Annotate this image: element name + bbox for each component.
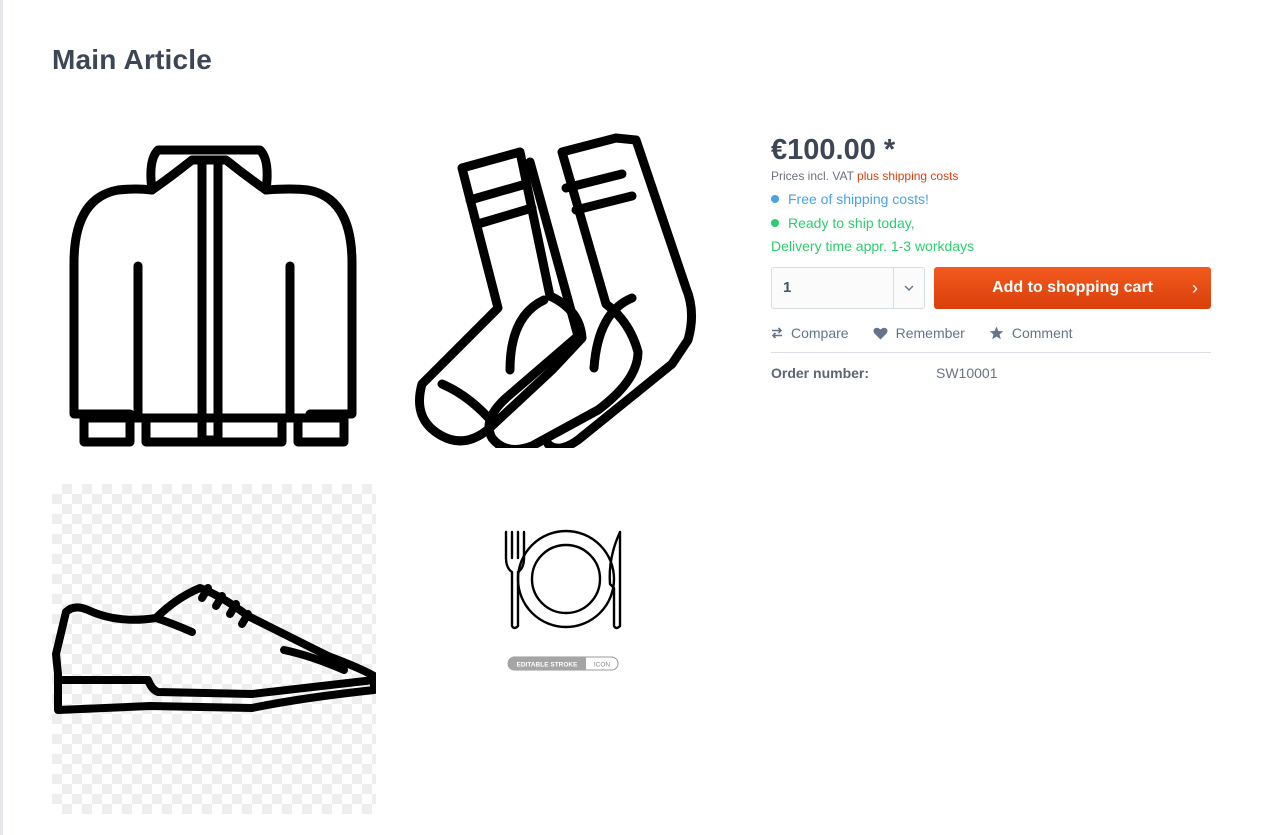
page-title: Main Article	[52, 44, 213, 75]
gallery-image-jacket[interactable]	[52, 118, 376, 448]
add-to-cart-button[interactable]: Add to shopping cart ›	[934, 267, 1211, 309]
chevron-right-icon: ›	[1192, 278, 1198, 298]
order-number-row: Order number: SW10001	[771, 365, 1211, 381]
add-to-cart-row: 1 Add to shopping cart ›	[771, 267, 1211, 309]
remember-label: Remember	[895, 325, 965, 341]
left-border	[0, 0, 3, 835]
heart-icon	[873, 327, 888, 339]
compare-link[interactable]: Compare	[771, 325, 849, 341]
status-dot-icon	[771, 218, 779, 227]
compare-label: Compare	[791, 325, 849, 341]
shipping-costs-link[interactable]: plus shipping costs	[857, 169, 958, 183]
compare-arrows-icon	[771, 327, 783, 339]
gallery-image-plate-cutlery[interactable]: EDITABLE STROKE ICON	[402, 484, 726, 814]
badge-icon-text: ICON	[594, 662, 611, 669]
comment-link[interactable]: Comment	[989, 325, 1073, 341]
vat-text: Prices incl. VAT	[771, 169, 858, 183]
comment-label: Comment	[1011, 325, 1073, 341]
editable-stroke-badge: EDITABLE STROKE ICON	[507, 656, 619, 671]
badge-editable-stroke-text: EDITABLE STROKE	[517, 662, 579, 669]
quantity-select[interactable]: 1	[771, 267, 925, 309]
gallery-image-socks[interactable]	[402, 118, 726, 448]
order-number-label: Order number:	[771, 365, 870, 381]
status-dot-icon	[771, 194, 779, 203]
vat-notice: Prices incl. VAT plus shipping costs	[771, 169, 1211, 183]
divider	[771, 352, 1211, 353]
product-price: €100.00 *	[771, 134, 896, 166]
ready-to-ship-status: Ready to ship today,	[771, 214, 1211, 231]
buy-box: €100.00 * Prices incl. VAT plus shipping…	[771, 130, 1211, 381]
delivery-time: Delivery time appr. 1-3 workdays	[771, 238, 975, 254]
socks-icon	[415, 133, 696, 448]
product-actions: Compare Remember Comment	[771, 323, 1211, 343]
quantity-value: 1	[783, 279, 792, 296]
gallery-image-shoe[interactable]	[52, 484, 376, 814]
image-gallery: EDITABLE STROKE ICON	[52, 118, 732, 818]
order-number-value: SW10001	[936, 365, 998, 381]
star-icon	[989, 326, 1004, 340]
remember-link[interactable]: Remember	[873, 325, 965, 341]
free-shipping-text: Free of shipping costs!	[788, 190, 929, 207]
free-shipping-status: Free of shipping costs!	[771, 190, 1211, 207]
shoe-icon	[52, 584, 376, 714]
add-to-cart-label: Add to shopping cart	[992, 279, 1153, 296]
chevron-down-icon[interactable]	[893, 268, 924, 308]
jacket-icon	[69, 145, 357, 447]
plate-cutlery-icon: EDITABLE STROKE ICON	[504, 529, 622, 671]
ready-to-ship-text: Ready to ship today,	[788, 214, 915, 231]
